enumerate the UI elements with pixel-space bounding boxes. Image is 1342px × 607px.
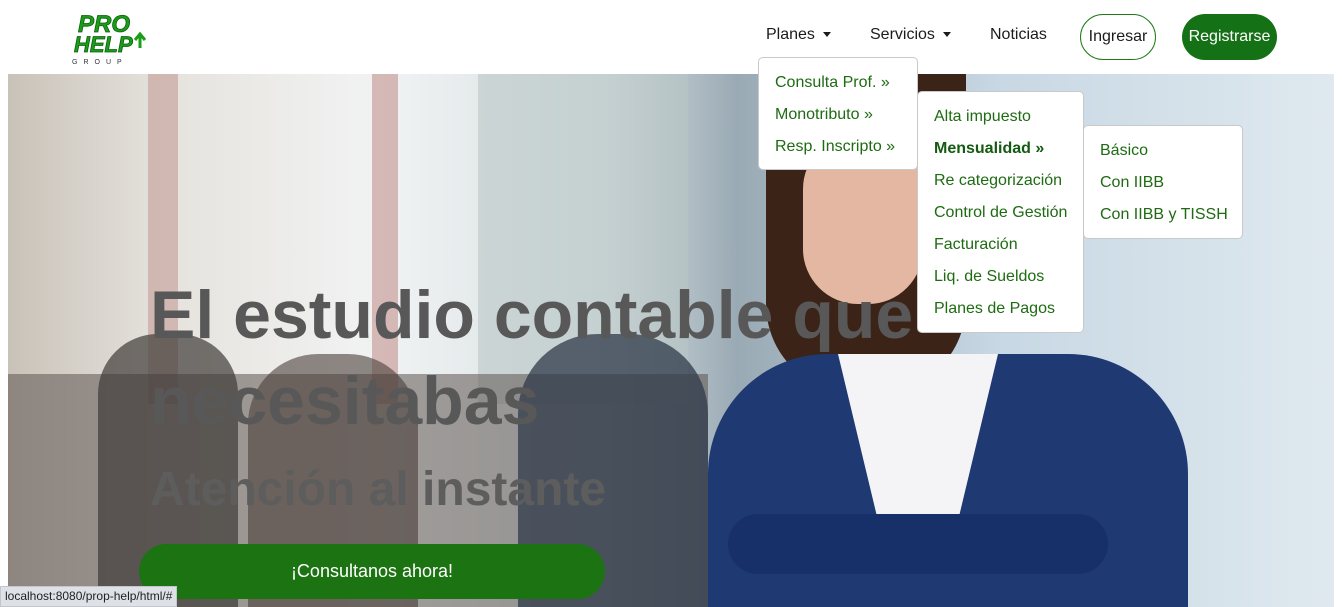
mensualidad-submenu: Básico Con IIBB Con IIBB y TISSH [1083, 125, 1243, 239]
planes-dropdown: Consulta Prof. » Monotributo » Resp. Ins… [758, 57, 918, 170]
nav-planes-label: Planes [766, 26, 815, 43]
menu-item-monotributo[interactable]: Monotributo » [759, 102, 917, 134]
menu-item-con-iibb[interactable]: Con IIBB [1084, 170, 1242, 202]
register-button[interactable]: Registrarse [1182, 14, 1277, 60]
consult-now-button[interactable]: ¡Consultanos ahora! [139, 544, 605, 599]
site-header: PRO HELP GROUP Planes Servicios Noticias… [0, 0, 1342, 74]
nav-servicios[interactable]: Servicios [870, 26, 951, 44]
nav-noticias[interactable]: Noticias [990, 26, 1047, 44]
nav-planes[interactable]: Planes [766, 26, 831, 44]
hero-title: El estudio contable que necesitabas [150, 277, 914, 439]
nav-servicios-label: Servicios [870, 26, 935, 43]
prohelp-logo[interactable]: PRO HELP GROUP [70, 8, 152, 66]
menu-item-consulta-prof[interactable]: Consulta Prof. » [759, 70, 917, 102]
svg-text:HELP: HELP [74, 32, 133, 57]
monotributo-submenu: Alta impuesto Mensualidad » Re categoriz… [917, 91, 1084, 333]
svg-text:GROUP: GROUP [72, 59, 128, 66]
menu-item-facturacion[interactable]: Facturación [918, 232, 1083, 264]
menu-item-re-categorizacion[interactable]: Re categorización [918, 168, 1083, 200]
hero-subtitle: Atención al instante [150, 463, 607, 516]
menu-item-con-iibb-tissh[interactable]: Con IIBB y TISSH [1084, 202, 1242, 234]
caret-down-icon [942, 32, 951, 38]
menu-item-mensualidad[interactable]: Mensualidad » [918, 136, 1083, 168]
menu-item-planes-pagos[interactable]: Planes de Pagos [918, 296, 1083, 328]
status-bar-url: localhost:8080/prop-help/html/# [0, 586, 178, 607]
menu-item-alta-impuesto[interactable]: Alta impuesto [918, 104, 1083, 136]
menu-item-resp-inscripto[interactable]: Resp. Inscripto » [759, 134, 917, 166]
menu-item-liq-sueldos[interactable]: Liq. de Sueldos [918, 264, 1083, 296]
menu-item-control-gestion[interactable]: Control de Gestión [918, 200, 1083, 232]
menu-item-basico[interactable]: Básico [1084, 138, 1242, 170]
caret-down-icon [822, 32, 831, 38]
login-button[interactable]: Ingresar [1080, 14, 1156, 60]
